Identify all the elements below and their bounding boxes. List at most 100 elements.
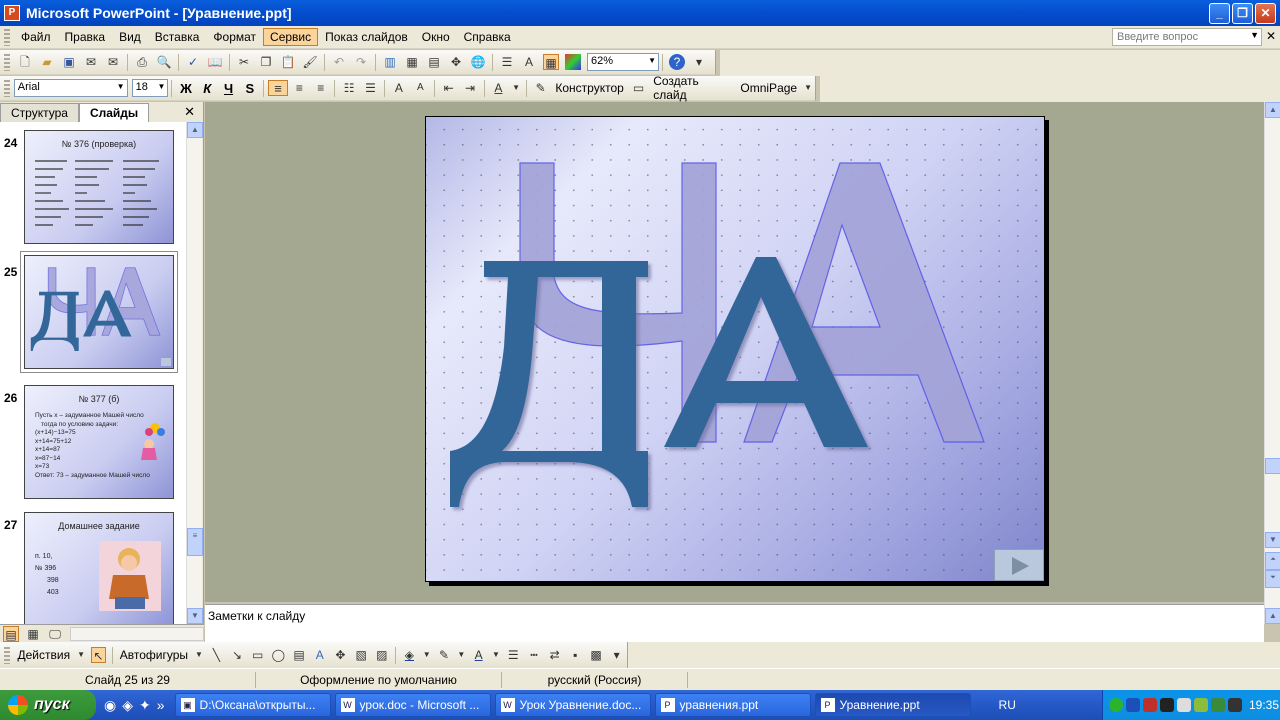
slide-sorter-icon[interactable]: ▦: [25, 626, 41, 642]
color-grayscale-icon[interactable]: [565, 54, 581, 70]
font-size-select[interactable]: 18 ▼: [131, 79, 169, 97]
chevron-down-icon[interactable]: ▼: [492, 647, 500, 663]
decrease-font-icon[interactable]: A: [413, 80, 428, 96]
designer-icon[interactable]: ✎: [533, 80, 548, 96]
toolbar-grip[interactable]: [4, 53, 10, 71]
notes-scroll-up-button[interactable]: ▲: [1265, 608, 1280, 624]
wordart-icon[interactable]: A: [312, 647, 327, 663]
menu-edit[interactable]: Правка: [58, 28, 113, 46]
scroll-thumb[interactable]: ≡: [187, 528, 203, 556]
print-preview-icon[interactable]: 🔍: [156, 54, 172, 70]
notes-pane[interactable]: Заметки к слайду: [205, 604, 1264, 642]
close-icon[interactable]: ✕: [184, 104, 195, 120]
chevron-down-icon[interactable]: ▼: [512, 80, 520, 96]
3d-style-icon[interactable]: ▩: [589, 647, 604, 663]
help-icon[interactable]: ?: [669, 54, 685, 70]
show-formatting-icon[interactable]: A: [521, 54, 537, 70]
network-icon[interactable]: [1109, 698, 1123, 712]
chevron-down-icon[interactable]: ▼: [195, 647, 203, 663]
start-button[interactable]: пуск: [0, 690, 96, 720]
close-document-icon[interactable]: ✕: [1266, 29, 1276, 43]
select-objects-icon[interactable]: ↖: [91, 647, 106, 663]
format-painter-icon[interactable]: 🖌: [302, 54, 318, 70]
font-color-icon[interactable]: A: [491, 80, 506, 96]
arrow-icon[interactable]: ↘: [230, 647, 245, 663]
slide-thumbnail-selected[interactable]: [21, 252, 177, 372]
show-grid-icon[interactable]: ▦: [543, 54, 559, 70]
align-center-icon[interactable]: ≡: [292, 80, 307, 96]
autoshapes-menu[interactable]: Автофигуры: [120, 648, 188, 662]
close-button[interactable]: ✕: [1255, 3, 1276, 24]
slide-thumbnail[interactable]: № 377 (б) Пусть x – задуманное Машей чис…: [24, 385, 174, 499]
update-icon[interactable]: [1211, 698, 1225, 712]
slides-pane-scrollbar[interactable]: ▲ ≡ ▼: [186, 122, 203, 624]
antivirus-icon[interactable]: [1143, 698, 1157, 712]
oval-icon[interactable]: ◯: [271, 647, 286, 663]
toolbar-options-icon[interactable]: ▾: [609, 647, 624, 663]
slide-thumbnail[interactable]: Домашнее задание п. 10, № 396 398 403: [24, 512, 174, 624]
current-slide[interactable]: [425, 116, 1045, 582]
scroll-up-button[interactable]: ▲: [1265, 102, 1280, 118]
save-icon[interactable]: ▣: [61, 54, 77, 70]
help-search-input[interactable]: Введите вопрос ▼: [1112, 28, 1262, 46]
taskbar-item-powerpoint[interactable]: P уравнения.ppt: [654, 693, 811, 717]
maximize-button[interactable]: ❐: [1232, 3, 1253, 24]
normal-view-icon[interactable]: ▤: [3, 625, 19, 642]
insert-diagram-icon[interactable]: ✥: [448, 54, 464, 70]
toolbar-grip[interactable]: [4, 28, 10, 46]
taskbar-item-explorer[interactable]: ▣ D:\Оксана\открыты...: [174, 693, 331, 717]
dash-style-icon[interactable]: ┅: [527, 647, 542, 663]
chevron-down-icon[interactable]: ▼: [804, 80, 812, 96]
menu-file[interactable]: Файл: [14, 28, 58, 46]
actions-menu[interactable]: Действия: [18, 648, 71, 662]
menu-help[interactable]: Справка: [457, 28, 518, 46]
tab-slides[interactable]: Слайды: [78, 103, 150, 122]
bold-button[interactable]: Ж: [176, 81, 195, 96]
redo-icon[interactable]: ↷: [353, 54, 369, 70]
action-next-button[interactable]: [994, 549, 1044, 581]
taskbar-item-powerpoint-active[interactable]: P Уравнение.ppt: [814, 693, 971, 717]
align-right-icon[interactable]: ≡: [313, 80, 328, 96]
insert-chart-icon[interactable]: ▥: [382, 54, 398, 70]
previous-slide-button[interactable]: ⏶: [1265, 552, 1280, 570]
decrease-indent-icon[interactable]: ⇤: [441, 80, 456, 96]
scroll-thumb[interactable]: [1265, 458, 1280, 474]
line-style-icon[interactable]: ☰: [506, 647, 521, 663]
paste-icon[interactable]: 📋: [280, 54, 296, 70]
chevron-down-icon[interactable]: ▼: [158, 82, 166, 91]
underline-button[interactable]: Ч: [219, 81, 238, 96]
graphics-icon[interactable]: [1194, 698, 1208, 712]
monitor-icon[interactable]: [1126, 698, 1140, 712]
scroll-down-button[interactable]: ▼: [1265, 532, 1280, 548]
undo-icon[interactable]: ↶: [331, 54, 347, 70]
keyboard-language[interactable]: RU: [999, 698, 1039, 712]
chevron-down-icon[interactable]: ▼: [457, 647, 465, 663]
horizontal-scrollbar[interactable]: [70, 626, 204, 641]
insert-table-icon[interactable]: ▦: [404, 54, 420, 70]
media-player-icon[interactable]: ◈: [122, 697, 133, 714]
shadow-button[interactable]: S: [240, 81, 259, 96]
chevron-down-icon[interactable]: ▼: [423, 647, 431, 663]
next-slide-button[interactable]: ⏷: [1265, 570, 1280, 588]
slideshow-icon[interactable]: 🖵: [47, 626, 63, 642]
hyperlink-icon[interactable]: 🌐: [470, 54, 486, 70]
menu-insert[interactable]: Вставка: [148, 28, 207, 46]
taskbar-item-word[interactable]: W Урок Уравнение.doc...: [494, 693, 651, 717]
volume-icon[interactable]: [1177, 698, 1191, 712]
chevron-down-icon[interactable]: ▼: [77, 647, 85, 663]
copy-icon[interactable]: ❐: [258, 54, 274, 70]
chevron-down-icon[interactable]: ▼: [1250, 30, 1259, 40]
toolbar-grip[interactable]: [4, 646, 10, 664]
align-left-icon[interactable]: ≡: [268, 80, 288, 96]
menu-tools[interactable]: Сервис: [263, 28, 319, 46]
diagram-icon[interactable]: ✥: [333, 647, 348, 663]
scroll-up-button[interactable]: ▲: [187, 122, 203, 138]
printer-icon[interactable]: [1228, 698, 1242, 712]
line-icon[interactable]: ╲: [209, 647, 224, 663]
textbox-icon[interactable]: ▤: [292, 647, 307, 663]
font-select[interactable]: Arial ▼: [13, 79, 128, 97]
slide-scrollbar[interactable]: ▲ ▼ ⏶ ⏷ ▲: [1264, 102, 1280, 624]
browser-icon[interactable]: ◉: [104, 697, 116, 714]
designer-button[interactable]: Конструктор: [555, 81, 623, 95]
line-color-icon[interactable]: ✎: [437, 647, 452, 663]
